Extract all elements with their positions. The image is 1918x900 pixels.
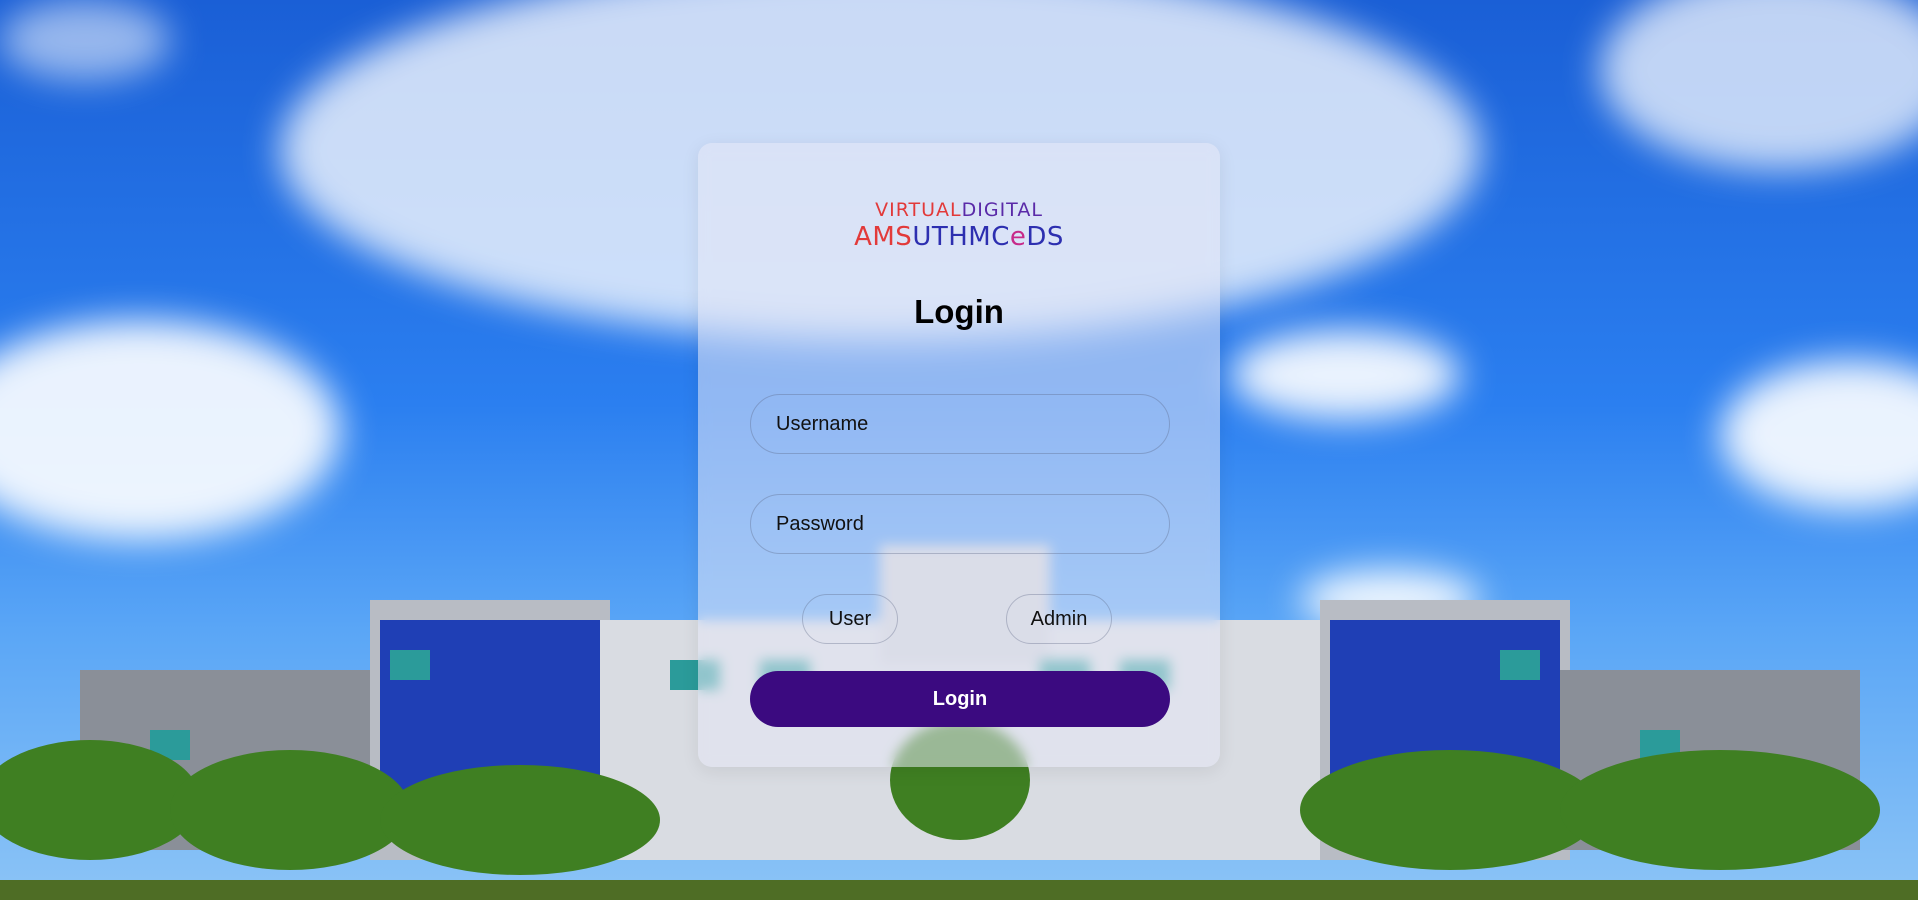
username-input[interactable] [750, 394, 1170, 454]
app-logo: VIRTUALDIGITAL AMSUTHMCeDS [854, 199, 1064, 252]
login-title: Login [914, 293, 1004, 330]
login-card: VIRTUALDIGITAL AMSUTHMCeDS Login User Ad… [698, 143, 1220, 767]
password-input[interactable] [750, 494, 1170, 554]
role-user-label: User [828, 607, 872, 630]
login-button[interactable]: Login [750, 671, 1170, 727]
role-admin-option[interactable]: Admin [1006, 594, 1112, 644]
role-user-option[interactable]: User [802, 594, 898, 644]
role-admin-label: Admin [1030, 607, 1088, 630]
